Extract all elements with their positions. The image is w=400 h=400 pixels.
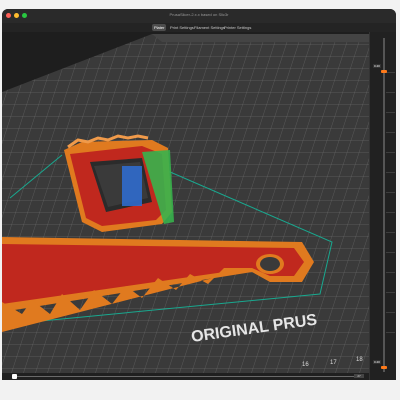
scene-canvas: ORIGINAL PRUS 16 17 18 [2, 32, 369, 373]
layer-tick [386, 192, 395, 193]
app-window: PrusaSlicer-2.x.x based on Slic3r Plater… [2, 9, 396, 380]
window-title: PrusaSlicer-2.x.x based on Slic3r [169, 12, 229, 17]
bed-rim [152, 34, 369, 42]
layer-tick [386, 272, 395, 273]
tab-plater[interactable]: Plater [152, 24, 167, 31]
3d-viewport[interactable]: ORIGINAL PRUS 16 17 18 [2, 32, 369, 373]
layer-tick [386, 92, 395, 93]
title-bar: PrusaSlicer-2.x.x based on Slic3r [2, 9, 396, 23]
layer-tick [386, 172, 395, 173]
layer-tick [386, 132, 395, 133]
layer-tick [386, 72, 395, 73]
layer-tick [386, 332, 395, 333]
axis-number: 17 [330, 360, 337, 366]
layer-tick [386, 152, 395, 153]
axis-number: 16 [302, 362, 309, 368]
layer-slider-top-handle[interactable] [381, 70, 387, 73]
horizontal-slider-end-value: 27 [354, 374, 364, 378]
layer-slider-track[interactable] [383, 38, 385, 372]
horizontal-slider-bar: 27 [2, 373, 369, 380]
axis-number: 18 [356, 357, 363, 363]
horizontal-slider-handle[interactable] [12, 374, 17, 379]
layer-tick [386, 212, 395, 213]
horizontal-slider-track[interactable] [14, 376, 354, 377]
layer-tick [386, 292, 395, 293]
layer-slider-bottom-handle[interactable] [381, 366, 387, 369]
tab-bar: Plater Print Settings Filament Settings … [2, 23, 396, 32]
layer-tick [386, 252, 395, 253]
layer-tick [386, 312, 395, 313]
layer-bottom-value: 0.20 [373, 360, 381, 364]
layer-top-value: 0.20 [373, 64, 381, 68]
layer-tick [386, 232, 395, 233]
tab-printer-settings[interactable]: Printer Settings [222, 24, 253, 31]
layer-tick [386, 112, 395, 113]
layer-slider-panel: 0.20 0.20 [369, 32, 396, 380]
